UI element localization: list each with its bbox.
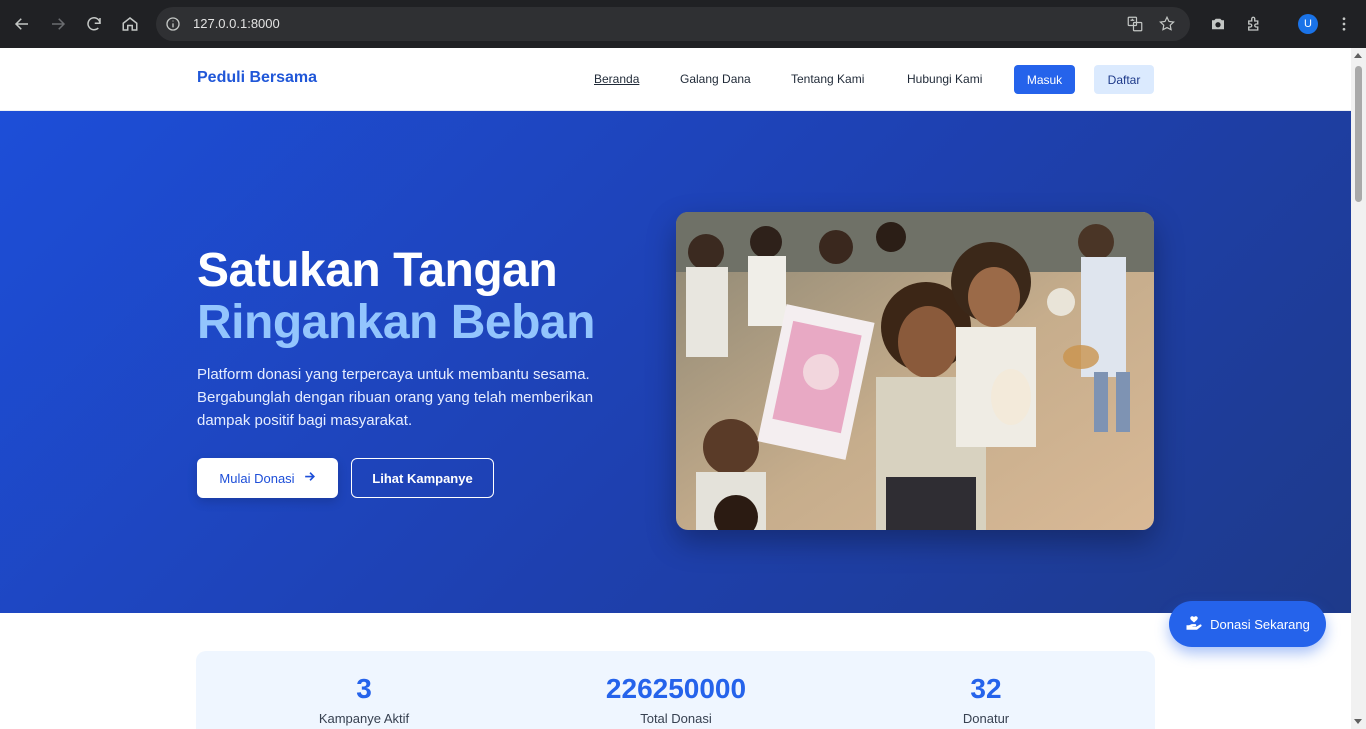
start-donation-label: Mulai Donasi: [219, 470, 295, 486]
stat-value: 32: [970, 673, 1002, 704]
stat-label: Donatur: [962, 711, 1010, 726]
start-donation-button[interactable]: Mulai Donasi: [197, 458, 338, 498]
donate-now-floating-button[interactable]: Donasi Sekarang: [1169, 601, 1326, 647]
page-scrollbar[interactable]: [1351, 48, 1366, 729]
site-navbar: Peduli Bersama Beranda Galang Dana Tenta…: [0, 48, 1351, 111]
hero-description: Platform donasi yang terpercaya untuk me…: [197, 366, 594, 429]
stat-value: 226250000: [605, 673, 747, 704]
browser-toolbar: 127.0.0.1:8000 U: [0, 0, 1366, 48]
stat-active-campaigns: 3 Kampanye Aktif: [214, 673, 514, 726]
hero-section: Satukan Tangan Ringankan Beban Platform …: [0, 111, 1351, 613]
nav-link-hubungi-kami[interactable]: Hubungi Kami: [907, 72, 982, 86]
stats-panel: 3 Kampanye Aktif 226250000 Total Donasi …: [196, 651, 1155, 729]
register-button[interactable]: Daftar: [1094, 65, 1154, 94]
scroll-up-arrow-icon[interactable]: [1354, 53, 1362, 58]
nav-link-beranda[interactable]: Beranda: [594, 72, 639, 86]
hero-title-line2: Ringankan Beban: [197, 296, 595, 349]
view-campaigns-button[interactable]: Lihat Kampanye: [351, 458, 494, 498]
stat-label: Kampanye Aktif: [318, 711, 410, 726]
menu-icon[interactable]: [1332, 12, 1356, 36]
extensions-icon[interactable]: [1242, 12, 1266, 36]
url-text[interactable]: 127.0.0.1:8000: [193, 16, 280, 31]
home-icon[interactable]: [118, 12, 142, 36]
brand-logo[interactable]: Peduli Bersama: [197, 69, 317, 87]
login-button[interactable]: Masuk: [1014, 65, 1075, 94]
address-bar[interactable]: 127.0.0.1:8000: [156, 7, 1190, 41]
back-icon[interactable]: [10, 12, 34, 36]
stat-value: 3: [356, 673, 372, 704]
forward-icon[interactable]: [46, 12, 70, 36]
page-viewport: Peduli Bersama Beranda Galang Dana Tenta…: [0, 48, 1351, 729]
nav-link-tentang-kami[interactable]: Tentang Kami: [791, 72, 864, 86]
info-icon[interactable]: [165, 16, 181, 32]
hand-heart-icon: [1185, 614, 1203, 635]
hero-title-line1: Satukan Tangan: [197, 244, 558, 297]
scroll-thumb[interactable]: [1355, 66, 1362, 202]
reload-icon[interactable]: [82, 12, 106, 36]
profile-avatar[interactable]: U: [1298, 14, 1318, 34]
stat-total-donation: 226250000 Total Donasi: [526, 673, 826, 726]
arrow-right-icon: [303, 470, 316, 486]
nav-link-galang-dana[interactable]: Galang Dana: [680, 72, 751, 86]
camera-icon[interactable]: [1206, 12, 1230, 36]
hero-photo-children: [676, 212, 1154, 530]
stat-donors: 32 Donatur: [836, 673, 1136, 726]
donate-now-label: Donasi Sekarang: [1210, 616, 1310, 632]
star-icon[interactable]: [1158, 15, 1176, 33]
translate-icon[interactable]: [1126, 15, 1144, 33]
scroll-down-arrow-icon[interactable]: [1354, 719, 1362, 724]
stat-label: Total Donasi: [640, 711, 712, 726]
